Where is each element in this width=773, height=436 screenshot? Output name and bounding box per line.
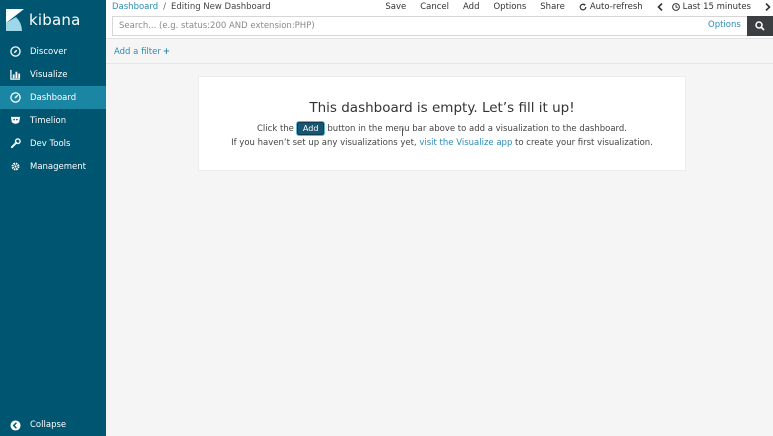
share-button[interactable]: Share <box>540 2 565 12</box>
save-button[interactable]: Save <box>385 2 406 12</box>
breadcrumb-dashboard-link[interactable]: Dashboard <box>112 2 158 12</box>
breadcrumb-current: Editing New Dashboard <box>171 1 271 12</box>
breadcrumb-separator: / <box>163 1 166 12</box>
empty-title: This dashboard is empty. Let’s fill it u… <box>309 100 575 116</box>
timelion-icon <box>0 115 30 126</box>
hint-text: If you haven’t set up any visualizations… <box>231 138 417 148</box>
empty-visualize-hint: If you haven’t set up any visualizations… <box>199 138 685 148</box>
sidebar-item-dev-tools[interactable]: Dev Tools <box>0 132 106 155</box>
search-button[interactable] <box>747 16 773 36</box>
search-options-link[interactable]: Options <box>708 20 741 30</box>
add-filter-button[interactable]: Add a filter + <box>114 47 170 57</box>
chevron-left-icon <box>657 2 663 11</box>
options-button[interactable]: Options <box>493 2 526 12</box>
empty-instructions: Click the Add button in the menu bar abo… <box>199 122 685 135</box>
search-icon <box>755 21 765 31</box>
sidebar-item-label: Discover <box>30 46 67 57</box>
time-forward-button[interactable] <box>765 2 771 11</box>
sidebar-item-dashboard[interactable]: Dashboard <box>0 86 106 109</box>
empty-dashboard-panel: This dashboard is empty. Let’s fill it u… <box>198 76 686 171</box>
sidebar-item-label: Management <box>30 161 86 172</box>
sidebar-item-visualize[interactable]: Visualize <box>0 63 106 86</box>
auto-refresh-label: Auto-refresh <box>589 1 643 12</box>
visualize-app-link[interactable]: visit the Visualize app <box>419 138 512 148</box>
brand[interactable]: kibana <box>0 0 106 40</box>
inline-add-button[interactable]: Add <box>296 122 325 135</box>
breadcrumb: Dashboard / Editing New Dashboard <box>112 2 271 12</box>
top-bar: Dashboard / Editing New Dashboard Save C… <box>106 0 773 13</box>
filter-bar: Add a filter + <box>106 40 773 64</box>
instruction-text: button in the menu bar above to add a vi… <box>327 123 627 134</box>
text-cursor <box>402 128 403 136</box>
cancel-button[interactable]: Cancel <box>420 2 449 12</box>
search-input[interactable] <box>112 16 752 36</box>
hint-text: to create your first visualization. <box>515 138 653 148</box>
plus-icon: + <box>162 47 170 57</box>
time-picker-button[interactable]: Last 15 minutes <box>671 1 751 12</box>
chevron-right-icon <box>765 2 771 11</box>
instruction-text: Click the <box>257 123 294 134</box>
sidebar-item-label: Visualize <box>30 69 68 80</box>
sidebar: kibana Discover Visualize Dashboard Time… <box>0 0 106 436</box>
compass-icon <box>0 46 30 57</box>
refresh-icon <box>579 2 587 10</box>
sidebar-item-label: Timelion <box>30 115 67 126</box>
kibana-logo-icon <box>6 9 24 31</box>
auto-refresh-button[interactable]: Auto-refresh <box>579 2 643 12</box>
collapse-button[interactable]: Collapse <box>0 414 106 436</box>
dashboard-icon <box>0 92 30 103</box>
sidebar-item-label: Dashboard <box>30 92 77 103</box>
query-bar: Options <box>106 13 773 39</box>
gear-icon <box>0 161 30 172</box>
sidebar-item-discover[interactable]: Discover <box>0 40 106 63</box>
add-button[interactable]: Add <box>463 2 479 12</box>
sidebar-nav: Discover Visualize Dashboard Timelion De… <box>0 40 106 178</box>
time-back-button[interactable] <box>657 2 663 11</box>
add-filter-label: Add a filter <box>114 47 161 57</box>
time-range-label: Last 15 minutes <box>682 1 751 12</box>
collapse-label: Collapse <box>30 420 67 430</box>
top-menu: Save Cancel Add Options Share Auto-refre… <box>385 0 773 13</box>
brand-name: kibana <box>29 11 81 29</box>
collapse-icon <box>0 419 30 431</box>
wrench-icon <box>0 138 30 149</box>
sidebar-item-timelion[interactable]: Timelion <box>0 109 106 132</box>
bar-chart-icon <box>0 69 30 80</box>
sidebar-item-management[interactable]: Management <box>0 155 106 178</box>
clock-icon <box>671 2 680 11</box>
sidebar-item-label: Dev Tools <box>30 138 71 149</box>
